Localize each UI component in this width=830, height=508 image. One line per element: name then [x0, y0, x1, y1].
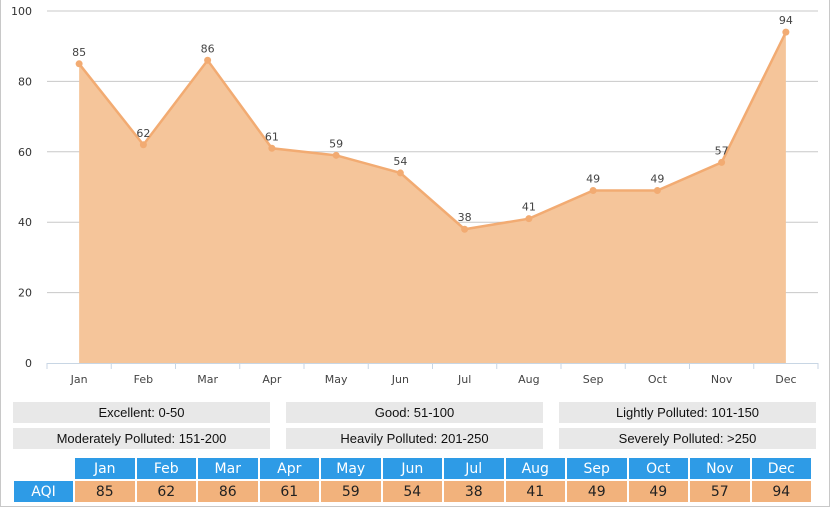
x-tick-label: Oct: [648, 373, 668, 386]
y-tick-label: 100: [11, 5, 32, 18]
data-label: 54: [393, 155, 407, 168]
y-tick-label: 0: [25, 357, 32, 370]
x-tick-label: Sep: [583, 373, 604, 386]
data-point: [525, 215, 533, 223]
x-tick-label: May: [325, 373, 348, 386]
y-tick-label: 60: [18, 146, 32, 159]
data-point: [782, 28, 790, 36]
legend-excellent: Excellent: 0-50: [13, 402, 270, 423]
x-tick-label: Apr: [262, 373, 282, 386]
aqi-area-chart: 0 20 40 60 80 100 Jan Feb Mar Apr May Jun Jul Aug Sep…: [11, 5, 819, 386]
data-label: 86: [201, 42, 215, 55]
aqi-value: 59: [321, 481, 381, 502]
legend-heavily-polluted: Heavily Polluted: 201-250: [286, 428, 543, 449]
month-header: Jul: [444, 458, 504, 479]
data-point: [718, 158, 726, 166]
x-tick-label: Feb: [134, 373, 153, 386]
aqi-value: 85: [75, 481, 135, 502]
aqi-value: 94: [751, 481, 811, 502]
month-header: Nov: [690, 458, 750, 479]
aqi-value: 61: [259, 481, 319, 502]
data-point: [396, 169, 404, 177]
y-tick-label: 80: [18, 75, 32, 88]
y-tick-label: 20: [18, 287, 32, 300]
month-header: Sep: [567, 458, 627, 479]
aqi-value: 57: [690, 481, 750, 502]
legend-lightly-polluted: Lightly Polluted: 101-150: [559, 402, 816, 423]
month-header: Jan: [75, 458, 135, 479]
data-point: [204, 56, 212, 64]
x-tick-label: Jul: [457, 373, 471, 386]
data-label: 59: [329, 137, 343, 150]
data-point: [332, 151, 340, 159]
month-header: Apr: [259, 458, 319, 479]
aqi-value: 49: [628, 481, 688, 502]
month-header: Oct: [628, 458, 688, 479]
data-label: 49: [586, 173, 600, 186]
data-point: [139, 141, 147, 149]
aqi-value: 62: [136, 481, 196, 502]
aqi-value: 41: [505, 481, 565, 502]
legend-moderately-polluted: Moderately Polluted: 151-200: [13, 428, 270, 449]
x-tick-label: Jan: [70, 373, 88, 386]
x-tick-label: Jun: [391, 373, 409, 386]
data-label: 57: [715, 144, 729, 157]
aqi-value: 38: [444, 481, 504, 502]
data-label: 38: [458, 211, 472, 224]
data-label: 62: [136, 127, 150, 140]
data-point: [75, 60, 83, 68]
data-point: [461, 225, 469, 233]
data-point: [653, 187, 661, 195]
table-row: AQI 85 62 86 61 59 54 38 41 49 49 57 94: [14, 481, 811, 502]
aqi-value: 49: [567, 481, 627, 502]
data-label: 61: [265, 130, 279, 143]
x-axis: Jan Feb Mar Apr May Jun Jul Aug Sep Oct Nov Dec: [46, 363, 819, 386]
month-header: Feb: [136, 458, 196, 479]
y-tick-label: 40: [18, 216, 32, 229]
data-label: 41: [522, 201, 536, 214]
x-tick-label: Mar: [197, 373, 218, 386]
month-header: Mar: [198, 458, 258, 479]
legend-good: Good: 51-100: [286, 402, 543, 423]
aqi-value: 54: [382, 481, 442, 502]
data-label: 85: [72, 46, 86, 59]
row-label: AQI: [14, 481, 73, 502]
month-header: Aug: [505, 458, 565, 479]
table-header-row: Jan Feb Mar Apr May Jun Jul Aug Sep Oct …: [14, 458, 811, 479]
month-header: Dec: [751, 458, 811, 479]
data-point: [589, 187, 597, 195]
table-corner: [14, 458, 73, 479]
x-tick-label: Nov: [711, 373, 733, 386]
x-tick-label: Dec: [775, 373, 796, 386]
aqi-table: Jan Feb Mar Apr May Jun Jul Aug Sep Oct …: [12, 456, 813, 504]
data-point: [268, 144, 276, 152]
legend-severely-polluted: Severely Polluted: >250: [559, 428, 816, 449]
data-label: 49: [650, 173, 664, 186]
month-header: Jun: [382, 458, 442, 479]
data-label: 94: [779, 14, 793, 27]
x-tick-label: Aug: [518, 373, 539, 386]
aqi-value: 86: [198, 481, 258, 502]
month-header: May: [321, 458, 381, 479]
y-axis: 0 20 40 60 80 100: [11, 5, 32, 370]
